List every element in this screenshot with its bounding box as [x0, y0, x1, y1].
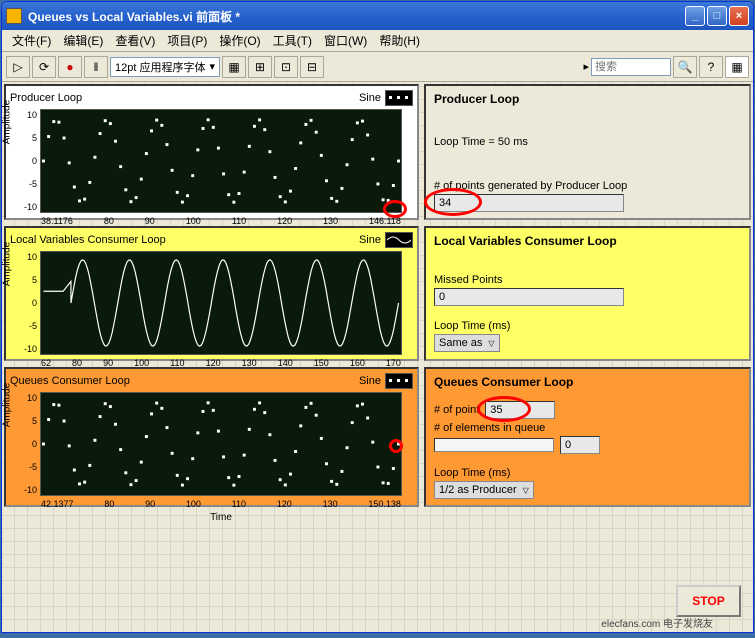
- queues-graph-panel: Queues Consumer Loop Sine Amplitude 1050…: [4, 367, 419, 507]
- toolbar: ▷ ⟳ ● ‖ 12pt 应用程序字体 ▾ ▦ ⊞ ⊡ ⊟ ▸ 🔍 ? ▦: [2, 52, 753, 82]
- menubar: 文件(F) 编辑(E) 查看(V) 项目(P) 操作(O) 工具(T) 窗口(W…: [2, 30, 753, 52]
- menu-window[interactable]: 窗口(W): [318, 30, 373, 51]
- producer-graph-title: Producer Loop: [10, 92, 82, 104]
- queues-loop-label: Loop Time (ms): [434, 467, 741, 479]
- local-missed-label: Missed Points: [434, 274, 741, 286]
- menu-view[interactable]: 查看(V): [109, 30, 161, 51]
- producer-points-label: # of points generated by Producer Loop: [434, 180, 741, 192]
- pause-button[interactable]: ‖: [84, 56, 108, 78]
- producer-graph-panel: Producer Loop Sine Amplitude 1050-5-10: [4, 84, 419, 220]
- queues-elements-label: # of elements in queue: [434, 422, 741, 434]
- run-continuous-button[interactable]: ⟳: [32, 56, 56, 78]
- local-loop-label: Loop Time (ms): [434, 320, 741, 332]
- align-button[interactable]: ▦: [222, 56, 246, 78]
- producer-loop-time: Loop Time = 50 ms: [434, 136, 741, 148]
- titlebar[interactable]: Queues vs Local Variables.vi 前面板 * _ □ ×: [2, 2, 753, 30]
- producer-points-value: 34: [434, 194, 624, 212]
- menu-project[interactable]: 项目(P): [161, 30, 213, 51]
- local-graph[interactable]: Amplitude 1050-5-10 62809010011012013014…: [40, 251, 402, 355]
- abort-button[interactable]: ●: [58, 56, 82, 78]
- local-legend[interactable]: Sine: [359, 232, 413, 248]
- legend-swatch-line-icon: [385, 232, 413, 248]
- resize-button[interactable]: ⊡: [274, 56, 298, 78]
- legend-swatch-points-icon: [385, 90, 413, 106]
- queues-info-title: Queues Consumer Loop: [434, 375, 741, 389]
- menu-tools[interactable]: 工具(T): [267, 30, 318, 51]
- producer-info-title: Producer Loop: [434, 92, 741, 106]
- producer-graph[interactable]: Amplitude 1050-5-10 38.11768090100110120…: [40, 109, 402, 213]
- local-wave: [41, 252, 401, 354]
- menu-operate[interactable]: 操作(O): [213, 30, 266, 51]
- producer-x-axis: 38.11768090100110120130146.118: [41, 216, 401, 226]
- producer-legend[interactable]: Sine: [359, 90, 413, 106]
- app-icon: [6, 8, 22, 24]
- queues-graph[interactable]: Amplitude 1050-5-10 42.13778090100110120…: [40, 392, 402, 496]
- queues-graph-title: Queues Consumer Loop: [10, 375, 130, 387]
- menu-edit[interactable]: 编辑(E): [57, 30, 109, 51]
- queues-points-value: 35: [485, 401, 555, 419]
- queue-fill-slider[interactable]: [434, 438, 554, 452]
- help-icon[interactable]: ?: [699, 56, 723, 78]
- queues-legend[interactable]: Sine: [359, 373, 413, 389]
- stop-button[interactable]: STOP: [676, 585, 741, 617]
- maximize-button[interactable]: □: [707, 6, 727, 26]
- minimize-button[interactable]: _: [685, 6, 705, 26]
- search-input[interactable]: [591, 58, 671, 76]
- legend-swatch-points-icon: [385, 373, 413, 389]
- close-button[interactable]: ×: [729, 6, 749, 26]
- watermark: elecfans.com 电子发烧友: [601, 615, 713, 630]
- local-info-title: Local Variables Consumer Loop: [434, 234, 741, 248]
- chevron-down-icon: ▽: [488, 339, 494, 348]
- font-selector[interactable]: 12pt 应用程序字体 ▾: [110, 57, 220, 77]
- local-y-axis: 1050-5-10: [15, 252, 37, 354]
- producer-info-panel: Producer Loop Loop Time = 50 ms # of poi…: [424, 84, 751, 220]
- menu-file[interactable]: 文件(F): [6, 30, 57, 51]
- local-graph-panel: Local Variables Consumer Loop Sine Ampli…: [4, 226, 419, 361]
- local-loop-dropdown[interactable]: Same as ▽: [434, 334, 500, 352]
- queues-x-axis: 42.13778090100110120130150.138: [41, 499, 401, 509]
- queues-y-axis: 1050-5-10: [15, 393, 37, 495]
- reorder-button[interactable]: ⊟: [300, 56, 324, 78]
- producer-wave: [41, 110, 401, 212]
- distribute-button[interactable]: ⊞: [248, 56, 272, 78]
- local-info-panel: Local Variables Consumer Loop Missed Poi…: [424, 226, 751, 361]
- chevron-down-icon: ▽: [523, 486, 529, 495]
- local-missed-value: 0: [434, 288, 624, 306]
- producer-y-axis: 1050-5-10: [15, 110, 37, 212]
- queues-points-label: # of point: [434, 404, 479, 416]
- search-prev-icon[interactable]: ▸: [583, 60, 589, 73]
- queues-loop-dropdown[interactable]: 1/2 as Producer ▽: [434, 481, 534, 499]
- front-panel: Producer Loop Sine Amplitude 1050-5-10: [2, 82, 753, 632]
- local-graph-title: Local Variables Consumer Loop: [10, 234, 166, 246]
- queues-info-panel: Queues Consumer Loop # of point 35 # of …: [424, 367, 751, 507]
- queues-wave: [41, 393, 401, 495]
- window-title: Queues vs Local Variables.vi 前面板 *: [28, 8, 685, 25]
- vi-icon[interactable]: ▦: [725, 56, 749, 78]
- search-icon[interactable]: 🔍: [673, 56, 697, 78]
- run-button[interactable]: ▷: [6, 56, 30, 78]
- queues-elements-value: 0: [560, 436, 600, 454]
- menu-help[interactable]: 帮助(H): [373, 30, 426, 51]
